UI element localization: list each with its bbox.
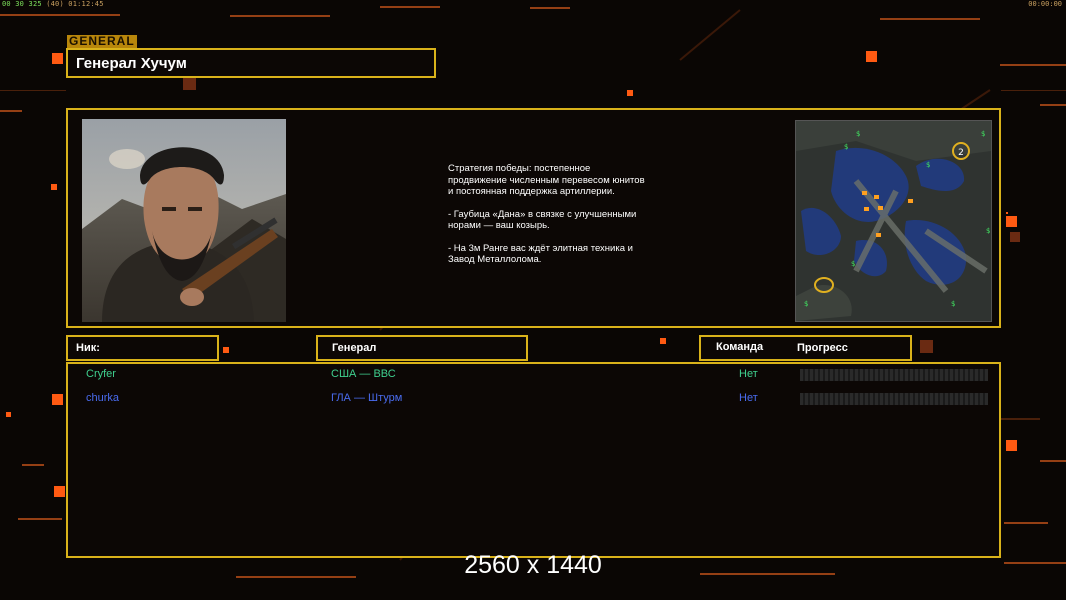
svg-text:$: $ <box>844 143 848 151</box>
svg-text:$: $ <box>856 130 860 138</box>
svg-text:$: $ <box>926 161 930 169</box>
column-header-nick: Ник: <box>66 335 219 361</box>
general-portrait <box>82 119 286 322</box>
player-progress-bar <box>800 393 988 405</box>
player-nick: churka <box>86 392 120 404</box>
player-general: ГЛА — Штурм <box>331 392 403 404</box>
svg-text:$: $ <box>981 130 985 138</box>
hud-stat-4: (40) <box>46 0 64 8</box>
player-row[interactable]: churka ГЛА — Штурм Нет <box>68 389 1003 409</box>
header-progress-label: Прогресс <box>797 342 848 354</box>
player-row[interactable]: Cryfer США — ВВС Нет <box>68 365 1003 385</box>
svg-text:$: $ <box>986 227 990 235</box>
minimap-player-marker: 2 <box>958 148 964 158</box>
player-team: Нет <box>739 368 758 380</box>
column-header-team-progress: Команда Прогресс <box>699 335 912 361</box>
strategy-line-1: Стратегия победы: постепенное продвижени… <box>448 163 645 197</box>
svg-text:$: $ <box>951 300 955 308</box>
general-name: Генерал Хучум <box>76 55 187 72</box>
header-team-label: Команда <box>716 341 764 353</box>
header-nick-label: Ник: <box>76 342 100 354</box>
column-header-general: Генерал <box>316 335 528 361</box>
strategy-line-2: - Гаубица «Дана» в связке с улучшенными … <box>448 208 637 232</box>
section-tag-label: GENERAL <box>69 34 135 48</box>
svg-text:$: $ <box>804 300 808 308</box>
player-general: США — ВВС <box>331 368 396 380</box>
hud-stat-2: 30 <box>15 0 25 8</box>
general-title-box: Генерал Хучум <box>66 48 436 78</box>
svg-text:$: $ <box>851 260 855 268</box>
hud-stat-3: 325 <box>28 0 42 8</box>
strategy-line-3: - На 3м Ранге вас ждёт элитная техника и… <box>448 242 633 266</box>
hud-stat-time: 01:12:45 <box>68 0 104 8</box>
header-general-label: Генерал <box>332 342 377 354</box>
section-tag: GENERAL <box>67 34 137 48</box>
player-progress-bar <box>800 369 988 381</box>
briefing-panel: Стратегия победы: постепенное продвижени… <box>66 108 1001 328</box>
resolution-label: 2560 x 1440 <box>464 551 602 579</box>
player-nick: Cryfer <box>86 368 116 380</box>
strategy-description: Стратегия победы: постепенное продвижени… <box>448 163 648 277</box>
hud-clock: 00:00:00 <box>1028 0 1062 8</box>
hud-stats: 00 30 325 (40) 01:12:45 <box>2 0 104 8</box>
minimap[interactable]: $ $ $ $ $ $ $ $ 2 <box>795 120 992 322</box>
hud-stat-1: 00 <box>2 0 11 8</box>
player-list: Cryfer США — ВВС Нет churka ГЛА — Штурм … <box>66 362 1001 558</box>
player-team: Нет <box>739 392 758 404</box>
